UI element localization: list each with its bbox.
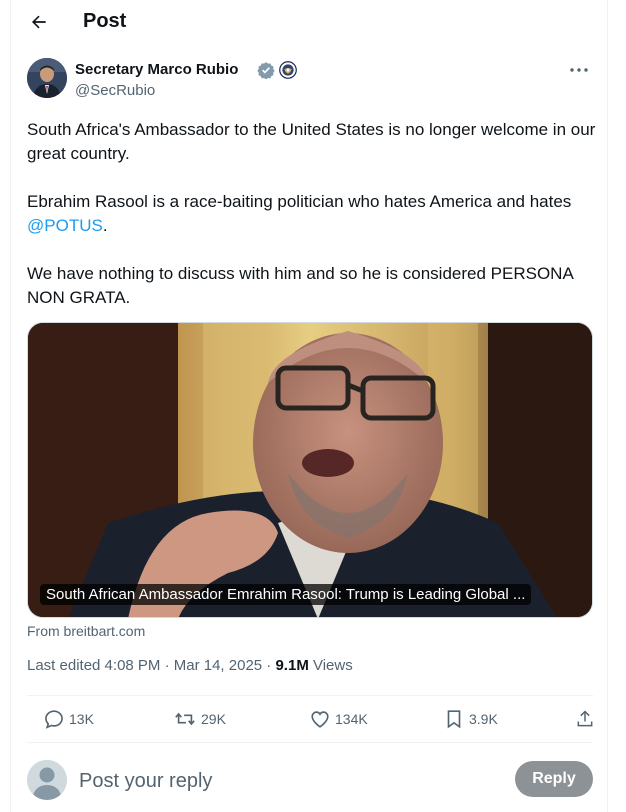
potus-mention-link[interactable]: @POTUS xyxy=(27,216,103,235)
avatar[interactable] xyxy=(27,58,67,98)
action-bar: 13K 29K 134K 3.9K xyxy=(27,696,593,742)
reply-count: 13K xyxy=(69,711,94,727)
post-paragraph-2-end: . xyxy=(102,216,108,235)
state-department-seal-icon[interactable] xyxy=(279,61,297,79)
views-label: Views xyxy=(308,657,353,674)
reply-avatar xyxy=(27,760,67,800)
card-caption: South African Ambassador Emrahim Rasool:… xyxy=(40,584,532,605)
reply-composer: Reply xyxy=(27,752,593,804)
divider xyxy=(27,742,593,743)
bookmark-icon xyxy=(447,710,461,729)
page-title: Post xyxy=(83,10,127,32)
back-button[interactable] xyxy=(25,8,53,36)
reply-button[interactable]: Reply xyxy=(515,761,593,797)
header: Post xyxy=(11,0,607,44)
share-action-button[interactable] xyxy=(575,708,595,730)
author-name[interactable]: Secretary Marco Rubio xyxy=(75,61,238,78)
author-row: Secretary Marco Rubio @SecRubio xyxy=(27,58,593,104)
repost-count: 29K xyxy=(201,711,226,727)
heart-icon xyxy=(311,711,329,728)
post-paragraph-1: South Africa's Ambassador to the United … xyxy=(27,120,596,163)
reply-action-button[interactable]: 13K xyxy=(43,708,94,730)
reply-input[interactable] xyxy=(77,766,461,796)
share-icon xyxy=(577,710,593,727)
arrow-left-icon xyxy=(32,15,46,29)
post-paragraph-2-text: Ebrahim Rasool is a race-baiting politic… xyxy=(27,192,572,211)
default-user-icon xyxy=(27,760,67,800)
repost-icon xyxy=(175,712,195,726)
badges xyxy=(257,61,297,79)
more-options-button[interactable] xyxy=(567,60,591,80)
bookmark-count: 3.9K xyxy=(469,711,498,727)
author-handle[interactable]: @SecRubio xyxy=(75,82,155,99)
like-action-button[interactable]: 134K xyxy=(309,708,368,730)
card-video-thumbnail xyxy=(28,323,592,617)
post-text: South Africa's Ambassador to the United … xyxy=(27,118,597,334)
link-card[interactable]: South African Ambassador Emrahim Rasool:… xyxy=(27,322,593,618)
card-source[interactable]: From breitbart.com xyxy=(27,623,145,639)
repost-action-button[interactable]: 29K xyxy=(173,708,226,730)
edited-timestamp[interactable]: Last edited 4:08 PM · Mar 14, 2025 · xyxy=(27,657,275,674)
post-paragraph-3: We have nothing to discuss with him and … xyxy=(27,264,573,307)
views-count[interactable]: 9.1M xyxy=(275,657,308,674)
post-meta: Last edited 4:08 PM · Mar 14, 2025 · 9.1… xyxy=(27,657,353,674)
post-paragraph-2: Ebrahim Rasool is a race-baiting politic… xyxy=(27,190,597,238)
more-dots-icon xyxy=(570,68,588,72)
verified-badge-icon[interactable] xyxy=(257,61,275,79)
reply-bubble-icon xyxy=(45,710,63,729)
avatar-image xyxy=(27,58,67,98)
post-frame: Post Secretary Marco Rubio @SecRubio Sou… xyxy=(10,0,608,812)
like-count: 134K xyxy=(335,711,368,727)
bookmark-action-button[interactable]: 3.9K xyxy=(443,708,498,730)
